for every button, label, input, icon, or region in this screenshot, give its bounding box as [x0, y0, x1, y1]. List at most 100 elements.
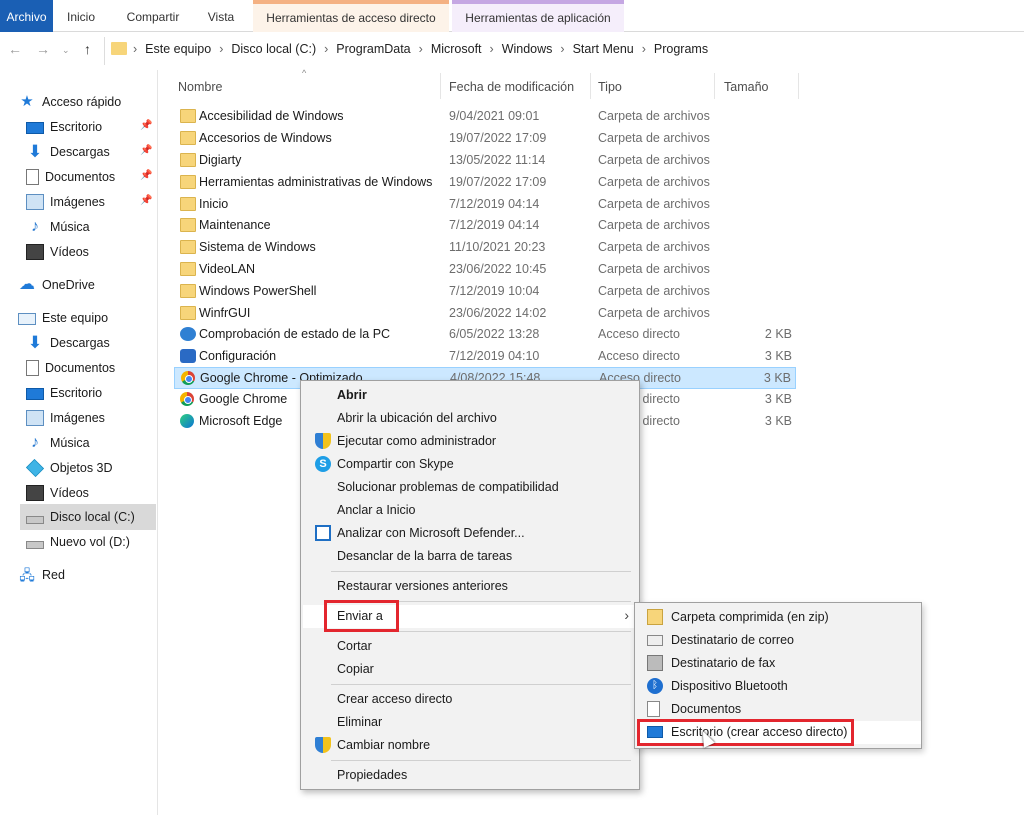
chevron-right-icon[interactable]: ›	[482, 42, 502, 56]
crumb-disco-local[interactable]: Disco local (C:)	[231, 42, 316, 56]
menu-item-ejecutar-admin[interactable]: Ejecutar como administrador	[303, 430, 637, 453]
menu-item-eliminar[interactable]: Eliminar	[303, 711, 637, 734]
tab-vista[interactable]: Vista	[198, 0, 244, 32]
file-row[interactable]: Sistema de Windows 11/10/2021 20:23 Carpet…	[174, 237, 796, 259]
chevron-right-icon[interactable]: ›	[411, 42, 431, 56]
column-divider[interactable]	[590, 73, 591, 99]
tab-inicio[interactable]: Inicio	[58, 0, 104, 32]
tab-archivo[interactable]: Archivo	[0, 0, 53, 32]
chrome-icon	[181, 371, 195, 385]
nav-pc-imagenes[interactable]: Imágenes	[26, 406, 105, 430]
folder-icon	[180, 131, 196, 145]
menu-item-cortar[interactable]: Cortar	[303, 635, 637, 658]
back-arrow-icon[interactable]: ←	[8, 41, 22, 57]
nav-pc-descargas[interactable]: ⬇ Descargas	[26, 331, 110, 355]
folder-icon	[180, 306, 196, 320]
address-box[interactable]: › Este equipo › Disco local (C:) › Program…	[104, 37, 1024, 65]
column-divider[interactable]	[440, 73, 441, 99]
recent-chevron-icon[interactable]: ⌄	[62, 45, 70, 56]
file-row[interactable]: Comprobación de estado de la PC 6/05/2022…	[174, 324, 796, 346]
file-row[interactable]: WinfrGUI 23/06/2022 14:02 Carpeta de archi…	[174, 303, 796, 325]
menu-item-abrir[interactable]: Abrir	[303, 384, 637, 407]
file-row[interactable]: Accesibilidad de Windows 9/04/2021 09:01 C…	[174, 106, 796, 128]
submenu-item-fax[interactable]: Destinatario de fax	[637, 652, 921, 675]
nav-este-equipo[interactable]: Este equipo	[18, 306, 108, 330]
menu-item-copiar[interactable]: Copiar	[303, 658, 637, 681]
tab-herramientas-aplicacion[interactable]: Herramientas de aplicación	[452, 0, 624, 32]
crumb-microsoft[interactable]: Microsoft	[431, 42, 482, 56]
file-row[interactable]: VideoLAN 23/06/2022 10:45 Carpeta de archi…	[174, 259, 796, 281]
menu-item-anclar-inicio[interactable]: Anclar a Inicio	[303, 499, 637, 522]
menu-item-cambiar-nombre[interactable]: Cambiar nombre	[303, 734, 637, 757]
submenu-item-zip[interactable]: Carpeta comprimida (en zip)	[637, 606, 921, 629]
submenu-item-documentos[interactable]: Documentos	[637, 698, 921, 721]
breadcrumb: › Este equipo › Disco local (C:) › Program…	[133, 42, 708, 56]
nav-quick-videos[interactable]: Vídeos	[26, 240, 89, 264]
music-icon: ♪	[31, 434, 39, 451]
edge-icon	[180, 414, 194, 428]
nav-quick-descargas[interactable]: ⬇ Descargas	[26, 140, 110, 164]
column-header-type[interactable]: Tipo	[598, 80, 622, 94]
nav-quick-musica[interactable]: ♪ Música	[26, 215, 90, 239]
nav-pc-objetos-3d[interactable]: Objetos 3D	[25, 456, 113, 480]
nav-pc-nuevo-vol[interactable]: Nuevo vol (D:)	[26, 530, 130, 554]
menu-item-desanclar-barra[interactable]: Desanclar de la barra de tareas	[303, 545, 637, 568]
up-arrow-icon[interactable]: ↑	[84, 41, 91, 57]
file-row[interactable]: Inicio 7/12/2019 04:14 Carpeta de archivos	[174, 194, 796, 216]
video-icon	[26, 485, 44, 501]
star-icon: ★	[20, 93, 34, 110]
column-header-size[interactable]: Tamaño	[724, 80, 768, 94]
submenu-item-bluetooth[interactable]: ᛒ Dispositivo Bluetooth	[637, 675, 921, 698]
menu-item-restaurar-versiones[interactable]: Restaurar versiones anteriores	[303, 575, 637, 598]
column-header-date[interactable]: Fecha de modificación	[449, 80, 574, 94]
nav-pc-disco-local[interactable]: Disco local (C:)	[20, 504, 156, 530]
menu-item-compartir-skype[interactable]: S Compartir con Skype	[303, 453, 637, 476]
forward-arrow-icon[interactable]: →	[36, 41, 50, 57]
crumb-windows[interactable]: Windows	[502, 42, 553, 56]
context-menu: Abrir Abrir la ubicación del archivo Eje…	[300, 380, 640, 790]
chevron-right-icon[interactable]: ›	[634, 42, 654, 56]
menu-item-abrir-ubicacion[interactable]: Abrir la ubicación del archivo	[303, 407, 637, 430]
nav-onedrive[interactable]: ☁ OneDrive	[18, 273, 95, 297]
chevron-right-icon[interactable]: ›	[316, 42, 336, 56]
skype-icon: S	[315, 456, 331, 472]
file-row[interactable]: Herramientas administrativas de Windows 1…	[174, 172, 796, 194]
menu-item-propiedades[interactable]: Propiedades	[303, 764, 637, 787]
submenu-item-correo[interactable]: Destinatario de correo	[637, 629, 921, 652]
folder-icon	[180, 175, 196, 189]
crumb-programdata[interactable]: ProgramData	[336, 42, 410, 56]
column-header-name[interactable]: Nombre	[178, 80, 222, 94]
defender-icon	[315, 525, 331, 541]
nav-acceso-rapido[interactable]: ★ Acceso rápido	[18, 90, 121, 114]
menu-item-crear-acceso-directo[interactable]: Crear acceso directo	[303, 688, 637, 711]
menu-item-analizar-defender[interactable]: Analizar con Microsoft Defender...	[303, 522, 637, 545]
crumb-este-equipo[interactable]: Este equipo	[145, 42, 211, 56]
network-icon: 🖧	[19, 567, 35, 583]
file-row[interactable]: Windows PowerShell 7/12/2019 10:04 Carpeta…	[174, 281, 796, 303]
column-divider[interactable]	[798, 73, 799, 99]
nav-red[interactable]: 🖧 Red	[18, 563, 65, 587]
drive-icon	[26, 540, 44, 549]
file-row[interactable]: Digiarty 13/05/2022 11:14 Carpeta de archi…	[174, 150, 796, 172]
menu-item-solucionar-compatibilidad[interactable]: Solucionar problemas de compatibilidad	[303, 476, 637, 499]
folder-icon	[180, 153, 196, 167]
nav-quick-escritorio[interactable]: Escritorio	[26, 115, 102, 139]
column-divider[interactable]	[714, 73, 715, 99]
file-row[interactable]: Maintenance 7/12/2019 04:14 Carpeta de arc…	[174, 215, 796, 237]
file-row[interactable]: Accesorios de Windows 19/07/2022 17:09 Car…	[174, 128, 796, 150]
chevron-right-icon[interactable]: ›	[552, 42, 572, 56]
crumb-start-menu[interactable]: Start Menu	[573, 42, 634, 56]
nav-pc-escritorio[interactable]: Escritorio	[26, 381, 102, 405]
crumb-programs[interactable]: Programs	[654, 42, 708, 56]
file-row[interactable]: Configuración 7/12/2019 04:10 Acceso direc…	[174, 346, 796, 368]
nav-pc-videos[interactable]: Vídeos	[26, 481, 89, 505]
download-icon: ⬇	[27, 333, 43, 352]
nav-quick-imagenes[interactable]: Imágenes	[26, 190, 105, 214]
nav-quick-documentos[interactable]: Documentos	[26, 165, 115, 189]
tab-herramientas-acceso-directo[interactable]: Herramientas de acceso directo	[253, 0, 449, 32]
tab-compartir[interactable]: Compartir	[118, 0, 188, 32]
nav-pc-musica[interactable]: ♪ Música	[26, 431, 90, 455]
nav-pc-documentos[interactable]: Documentos	[26, 356, 115, 380]
chevron-right-icon[interactable]: ›	[211, 42, 231, 56]
navigation-pane: ★ Acceso rápido Escritorio 📌 ⬇ Descargas 📌…	[0, 70, 158, 815]
